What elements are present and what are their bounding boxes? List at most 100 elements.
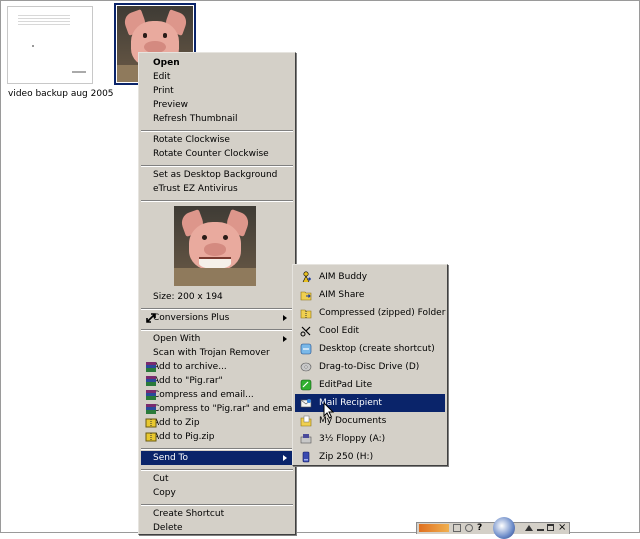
menu-item-open[interactable]: Open — [141, 56, 293, 70]
winrar-icon — [146, 376, 156, 386]
submenu-arrow-icon — [283, 336, 287, 342]
document-preview-icon — [18, 15, 70, 27]
menu-item-label: Desktop (create shortcut) — [319, 344, 435, 354]
floating-toolbar[interactable]: ? × — [416, 517, 570, 539]
send-to-zip-drive[interactable]: Zip 250 (H:) — [295, 448, 445, 466]
menu-item-cut[interactable]: Cut — [141, 472, 293, 486]
menu-item-label: Conversions Plus — [153, 313, 230, 323]
file-label[interactable]: video backup aug 2005 — [8, 89, 114, 99]
menu-item-label: Compressed (zipped) Folder — [319, 308, 446, 318]
aim-buddy-icon — [302, 271, 311, 283]
menu-separator — [141, 329, 293, 331]
submenu-arrow-icon — [283, 315, 287, 321]
my-documents-icon — [300, 415, 312, 427]
menu-item-add-to-pig-rar[interactable]: Add to "Pig.rar" — [141, 374, 293, 388]
send-to-floppy[interactable]: 3½ Floppy (A:) — [295, 430, 445, 448]
menu-item-scan-trojan-remover[interactable]: Scan with Trojan Remover — [141, 346, 293, 360]
send-to-compressed-folder[interactable]: Compressed (zipped) Folder — [295, 304, 445, 322]
send-to-mail-recipient[interactable]: Mail Recipient — [295, 394, 445, 412]
send-to-aim-share[interactable]: AIM Share — [295, 286, 445, 304]
document-mark — [32, 45, 34, 47]
menu-item-copy[interactable]: Copy — [141, 486, 293, 500]
document-mark — [72, 71, 86, 73]
menu-item-label: Compress to "Pig.rar" and email — [153, 404, 298, 414]
menu-item-label: Add to "Pig.rar" — [153, 376, 223, 386]
submenu-arrow-icon — [283, 455, 287, 461]
menu-separator — [141, 200, 293, 202]
image-size-label: Size: 200 x 194 — [153, 292, 223, 302]
menu-item-label: AIM Share — [319, 290, 365, 300]
conversions-plus-icon — [146, 313, 156, 323]
menu-separator — [141, 469, 293, 471]
menu-item-label: Add to Zip — [153, 418, 200, 428]
menu-separator — [141, 130, 293, 132]
toolbar-logo-icon — [419, 524, 449, 532]
menu-item-create-shortcut[interactable]: Create Shortcut — [141, 507, 293, 521]
cool-edit-icon — [300, 326, 311, 337]
mouse-cursor-icon — [323, 402, 335, 419]
menu-item-edit[interactable]: Edit — [141, 70, 293, 84]
menu-separator — [141, 308, 293, 310]
send-to-desktop[interactable]: Desktop (create shortcut) — [295, 340, 445, 358]
menu-item-rotate-counter-clockwise[interactable]: Rotate Counter Clockwise — [141, 147, 293, 161]
context-menu: Open Edit Print Preview Refresh Thumbnai… — [138, 52, 297, 535]
send-to-my-documents[interactable]: My Documents — [295, 412, 445, 430]
desktop-icon — [300, 343, 312, 355]
mail-icon — [300, 399, 312, 408]
send-to-aim-buddy[interactable]: AIM Buddy — [295, 268, 445, 286]
aim-share-icon — [300, 291, 312, 301]
file-thumbnail-video-backup[interactable] — [7, 6, 93, 84]
menu-item-preview[interactable]: Preview — [141, 98, 293, 112]
zip-drive-icon — [302, 451, 310, 463]
menu-separator — [141, 448, 293, 450]
menu-item-rotate-clockwise[interactable]: Rotate Clockwise — [141, 133, 293, 147]
menu-item-label: Add to archive... — [153, 362, 227, 372]
menu-item-set-desktop-background[interactable]: Set as Desktop Background — [141, 168, 293, 182]
minimize-icon[interactable] — [537, 529, 544, 531]
menu-item-add-to-zip[interactable]: Add to Zip — [141, 416, 293, 430]
menu-item-label: Add to Pig.zip — [153, 432, 215, 442]
menu-separator — [141, 504, 293, 506]
disc-drive-icon — [300, 362, 312, 372]
menu-item-label: Compress and email... — [153, 390, 254, 400]
menu-item-refresh-thumbnail[interactable]: Refresh Thumbnail — [141, 112, 293, 126]
winrar-icon — [146, 390, 156, 400]
floppy-icon — [300, 434, 312, 444]
menu-item-label: Cool Edit — [319, 326, 360, 336]
menu-item-label: EditPad Lite — [319, 380, 373, 390]
menu-item-label: Open With — [153, 334, 201, 344]
send-to-editpad-lite[interactable]: EditPad Lite — [295, 376, 445, 394]
menu-item-add-to-archive[interactable]: Add to archive... — [141, 360, 293, 374]
up-arrow-icon[interactable] — [525, 525, 533, 531]
menu-item-send-to[interactable]: Send To — [141, 451, 293, 465]
toolbar-orb-icon[interactable] — [493, 517, 515, 539]
menu-item-conversions-plus[interactable]: Conversions Plus — [141, 311, 293, 325]
send-to-submenu: AIM Buddy AIM Share Compressed (zipped) … — [292, 264, 448, 466]
menu-item-open-with[interactable]: Open With — [141, 332, 293, 346]
help-icon[interactable]: ? — [477, 523, 482, 533]
menu-item-label: Send To — [153, 453, 189, 463]
menu-item-compress-to-pig-rar-and-email[interactable]: Compress to "Pig.rar" and email — [141, 402, 297, 416]
menu-item-label: Drag-to-Disc Drive (D) — [319, 362, 420, 372]
editpad-icon — [300, 379, 312, 391]
winzip-icon — [145, 432, 157, 442]
menu-item-add-to-pig-zip[interactable]: Add to Pig.zip — [141, 430, 293, 444]
send-to-disc-drive[interactable]: Drag-to-Disc Drive (D) — [295, 358, 445, 376]
menu-item-print[interactable]: Print — [141, 84, 293, 98]
winrar-icon — [146, 404, 156, 414]
maximize-icon[interactable] — [547, 524, 554, 531]
menu-item-etrust-antivirus[interactable]: eTrust EZ Antivirus — [141, 182, 293, 196]
winzip-icon — [145, 418, 157, 428]
send-to-cool-edit[interactable]: Cool Edit — [295, 322, 445, 340]
menu-item-label: 3½ Floppy (A:) — [319, 434, 386, 444]
close-icon[interactable]: × — [558, 522, 566, 533]
menu-item-label: AIM Buddy — [319, 272, 368, 282]
toolbar-button-icon[interactable] — [465, 524, 473, 532]
toolbar-button-icon[interactable] — [453, 524, 461, 532]
image-preview — [174, 206, 256, 286]
menu-item-compress-and-email[interactable]: Compress and email... — [141, 388, 293, 402]
menu-separator — [141, 165, 293, 167]
winrar-icon — [146, 362, 156, 372]
zip-folder-icon — [300, 309, 312, 319]
menu-item-label: Zip 250 (H:) — [319, 452, 374, 462]
